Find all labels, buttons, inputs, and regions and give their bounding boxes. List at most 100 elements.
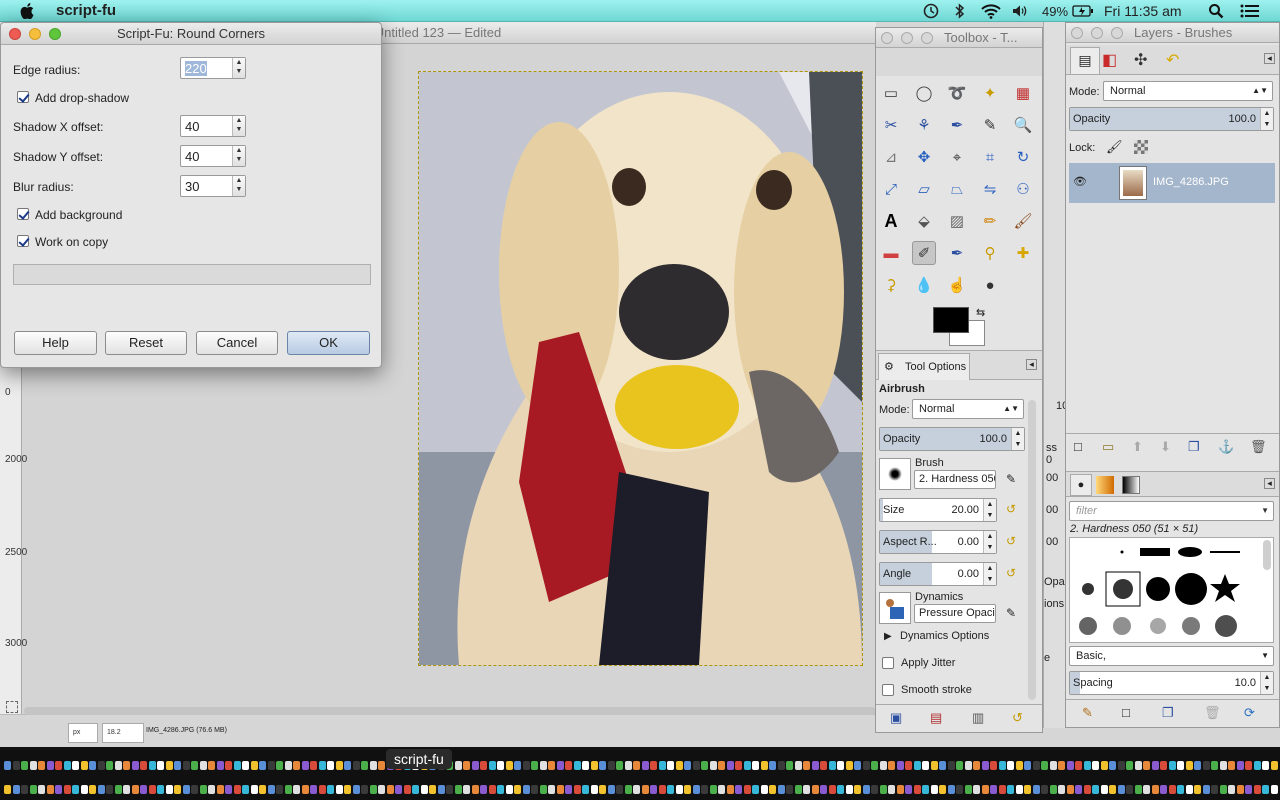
dock-app-icon[interactable] bbox=[437, 785, 445, 794]
dock-app-icon[interactable] bbox=[1117, 785, 1125, 794]
dock-app-icon[interactable] bbox=[208, 761, 215, 770]
dock-app-icon[interactable] bbox=[667, 785, 674, 794]
dock-app-icon[interactable] bbox=[854, 761, 861, 770]
dock-app-icon[interactable] bbox=[1024, 785, 1031, 794]
dock-app-icon[interactable] bbox=[114, 785, 122, 794]
battery-percent[interactable]: 49% bbox=[1042, 0, 1068, 22]
dock-app-icon[interactable] bbox=[990, 761, 997, 770]
dock-app-icon[interactable] bbox=[641, 785, 649, 794]
dock-app-icon[interactable] bbox=[531, 761, 538, 770]
tool-rect-select-icon[interactable]: ▭ bbox=[879, 81, 903, 105]
dock-app-icon[interactable] bbox=[1117, 761, 1125, 770]
dock-app-icon[interactable] bbox=[633, 761, 640, 770]
mode-dropdown[interactable]: Normal ▲▼ bbox=[912, 399, 1024, 419]
dock-app-icon[interactable] bbox=[131, 761, 139, 770]
dock-app-icon[interactable] bbox=[1202, 785, 1210, 794]
dock-app-icon[interactable] bbox=[21, 785, 28, 794]
dock-app-icon[interactable] bbox=[1007, 785, 1014, 794]
dock-app-icon[interactable] bbox=[378, 761, 385, 770]
dock-app-icon[interactable] bbox=[862, 785, 870, 794]
bluetooth-icon[interactable] bbox=[955, 0, 965, 22]
minimize-button[interactable] bbox=[901, 32, 913, 44]
dock-app-icon[interactable] bbox=[760, 761, 768, 770]
dock-app-icon[interactable] bbox=[726, 761, 734, 770]
save-options-icon[interactable]: ▣ bbox=[890, 710, 902, 726]
dock-app-icon[interactable] bbox=[12, 761, 20, 770]
edit-dynamics-icon[interactable]: ✎ bbox=[1006, 606, 1016, 620]
dock-app-icon[interactable] bbox=[148, 785, 156, 794]
tab-undo-icon[interactable]: ↶ bbox=[1166, 50, 1179, 70]
dock-app-icon[interactable] bbox=[879, 761, 887, 770]
dock-app-icon[interactable] bbox=[522, 785, 530, 794]
dock-app-icon[interactable] bbox=[769, 761, 776, 770]
wifi-icon[interactable] bbox=[980, 0, 1002, 22]
tool-flip-icon[interactable]: ⇋ bbox=[978, 177, 1002, 201]
dock-app-icon[interactable] bbox=[1015, 785, 1023, 794]
dock-app-icon[interactable] bbox=[607, 785, 615, 794]
dock-app-icon[interactable] bbox=[752, 785, 759, 794]
dock-app-icon[interactable] bbox=[922, 761, 929, 770]
dock-app-icon[interactable] bbox=[199, 761, 207, 770]
dock-app-icon[interactable] bbox=[29, 785, 37, 794]
dock-app-icon[interactable] bbox=[1151, 785, 1159, 794]
dock-app-icon[interactable] bbox=[97, 761, 105, 770]
dock-app-icon[interactable] bbox=[216, 761, 224, 770]
dock-app-icon[interactable] bbox=[182, 761, 190, 770]
tool-pencil-icon[interactable]: ✏ bbox=[978, 209, 1002, 233]
dock-app-icon[interactable] bbox=[318, 785, 326, 794]
tool-ellipse-select-icon[interactable]: ◯ bbox=[912, 81, 936, 105]
dock-app-icon[interactable] bbox=[46, 761, 54, 770]
dock-app-icon[interactable] bbox=[63, 785, 71, 794]
tool-free-select-icon[interactable]: ➰ bbox=[945, 81, 969, 105]
tool-rotate-icon[interactable]: ↻ bbox=[1011, 145, 1035, 169]
tool-cage-icon[interactable]: ⚇ bbox=[1011, 177, 1035, 201]
dock-app-icon[interactable] bbox=[301, 761, 309, 770]
dynamics-field[interactable]: Pressure Opacity bbox=[914, 604, 996, 623]
dock-app-icon[interactable] bbox=[820, 761, 827, 770]
dock-app-icon[interactable] bbox=[964, 785, 972, 794]
dock-app-icon[interactable] bbox=[12, 785, 20, 794]
dock-app-icon[interactable] bbox=[565, 761, 572, 770]
app-name-menu[interactable]: script-fu bbox=[56, 2, 116, 19]
dock-app-icon[interactable] bbox=[1262, 785, 1269, 794]
dock-app-icon[interactable] bbox=[140, 785, 147, 794]
tab-patterns-icon[interactable] bbox=[1096, 476, 1114, 494]
swap-colors-icon[interactable]: ⇆ bbox=[976, 306, 985, 319]
dock-app-icon[interactable] bbox=[429, 785, 436, 794]
close-button[interactable] bbox=[9, 28, 21, 40]
dock-app-icon[interactable] bbox=[1236, 761, 1244, 770]
volume-icon[interactable] bbox=[1012, 0, 1028, 22]
dock-app-icon[interactable] bbox=[845, 785, 853, 794]
tool-foreground-select-icon[interactable]: ⚘ bbox=[912, 113, 936, 137]
dock-app-icon[interactable] bbox=[820, 785, 827, 794]
dock-app-icon[interactable] bbox=[565, 785, 572, 794]
dock-app-icon[interactable] bbox=[1143, 785, 1150, 794]
layer-name[interactable]: IMG_4286.JPG bbox=[1153, 176, 1229, 188]
dock-app-icon[interactable] bbox=[1228, 785, 1235, 794]
spinner-arrows-icon[interactable]: ▲ ▼ bbox=[232, 116, 245, 136]
dock-app-icon[interactable] bbox=[624, 761, 632, 770]
dock-app-icon[interactable] bbox=[352, 761, 360, 770]
apple-icon[interactable] bbox=[20, 2, 34, 19]
dock-app-icon[interactable] bbox=[1194, 761, 1201, 770]
dock-app-icon[interactable] bbox=[63, 761, 71, 770]
dock-app-icon[interactable] bbox=[854, 785, 861, 794]
dock-app-icon[interactable] bbox=[293, 761, 300, 770]
dock-app-icon[interactable] bbox=[786, 761, 793, 770]
dock-app-icon[interactable] bbox=[1245, 785, 1252, 794]
dock-app-icon[interactable] bbox=[1211, 785, 1218, 794]
dock-app-icon[interactable] bbox=[998, 761, 1006, 770]
dock-app-icon[interactable] bbox=[55, 785, 62, 794]
dock-app-icon[interactable] bbox=[1228, 761, 1235, 770]
restore-options-icon[interactable]: ▤ bbox=[930, 710, 942, 726]
dock-app-icon[interactable] bbox=[1253, 761, 1261, 770]
spinner-arrows-icon[interactable]: ▲ ▼ bbox=[983, 563, 996, 585]
dock-app-icon[interactable] bbox=[463, 785, 470, 794]
dock-app-icon[interactable] bbox=[709, 785, 717, 794]
spinner-arrows-icon[interactable]: ▲ ▼ bbox=[232, 146, 245, 166]
clock[interactable]: Fri 11:35 am bbox=[1104, 0, 1182, 22]
dock-app-icon[interactable] bbox=[548, 761, 555, 770]
dock-app-icon[interactable] bbox=[29, 761, 37, 770]
tab-gradients-icon[interactable] bbox=[1122, 476, 1140, 494]
dock-app-icon[interactable] bbox=[1143, 761, 1150, 770]
